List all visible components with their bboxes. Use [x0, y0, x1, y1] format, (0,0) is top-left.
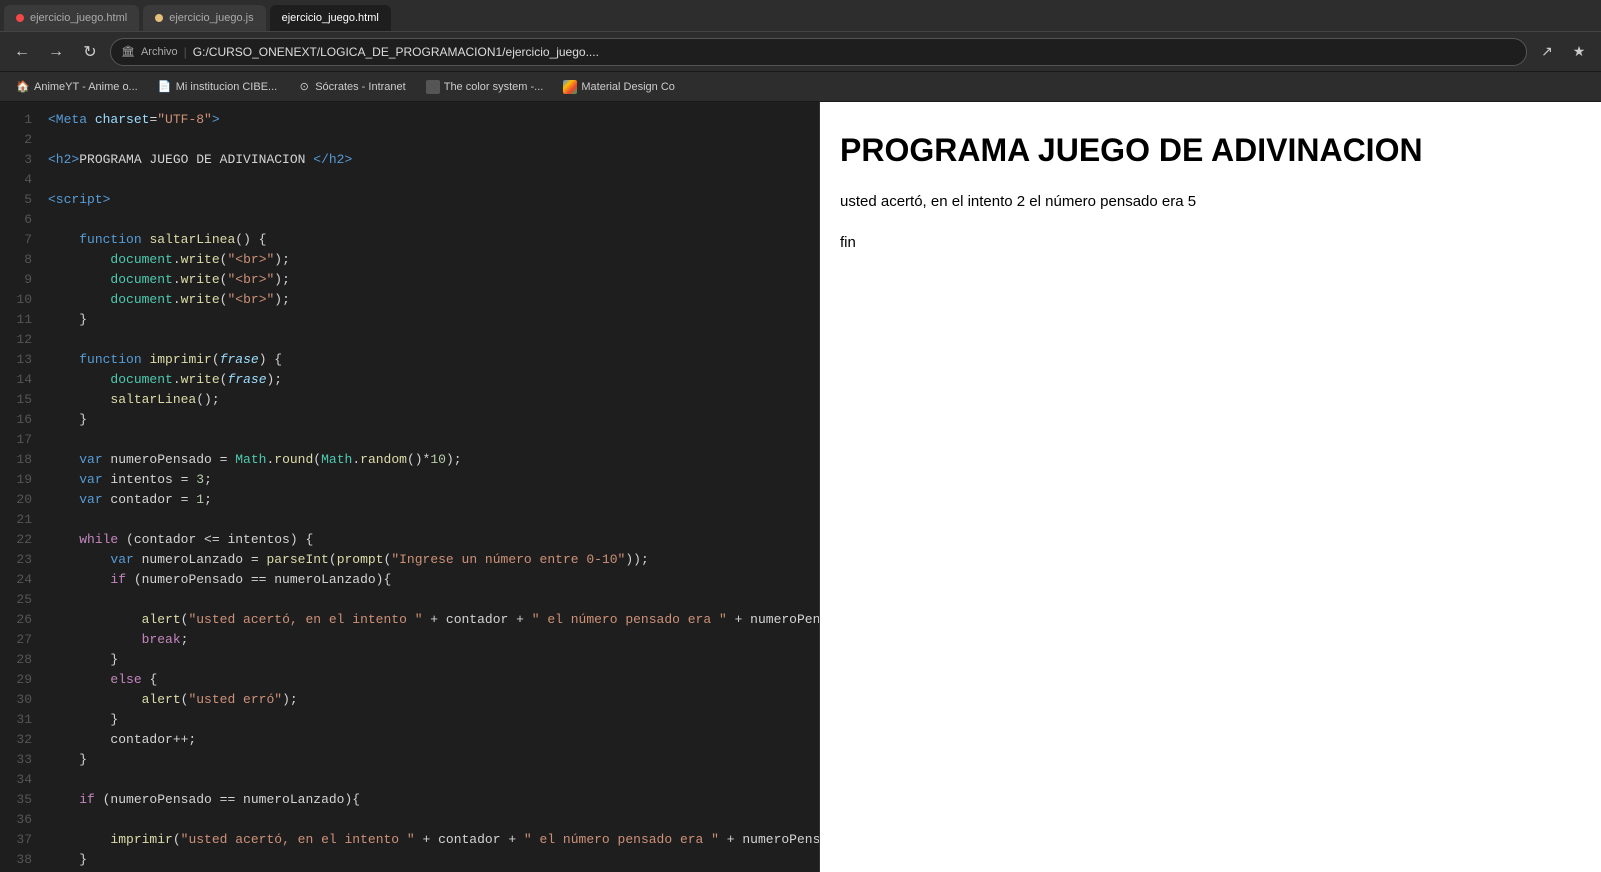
bookmark-material[interactable]: Material Design Co [555, 76, 683, 98]
bookmark-color-system[interactable]: The color system -... [418, 76, 552, 98]
code-body[interactable]: <Meta charset="UTF-8"> <h2>PROGRAMA JUEG… [40, 102, 819, 872]
bookmark-cibe[interactable]: 📄 Mi institucion CIBE... [150, 76, 285, 98]
code-panel: 12345 678910 1112131415 1617181920 21222… [0, 102, 820, 872]
share-button[interactable]: ↗ [1533, 38, 1561, 66]
preview-fin: fin [840, 234, 1581, 251]
refresh-button[interactable]: ↻ [76, 38, 104, 66]
bookmark-material-label: Material Design Co [581, 81, 675, 93]
tab-html[interactable]: ejercicio_juego.html [4, 5, 139, 31]
preview-content: PROGRAMA JUEGO DE ADIVINACION usted acer… [820, 102, 1601, 872]
preview-result: usted acertó, en el intento 2 el número … [840, 193, 1581, 210]
bookmark-material-icon [563, 80, 577, 94]
bookmark-cibe-icon: 📄 [158, 80, 172, 94]
tab-label-js: ejercicio_juego.js [169, 12, 253, 24]
bookmark-anime[interactable]: 🏠 AnimeYT - Anime o... [8, 76, 146, 98]
bookmarks-bar: 🏠 AnimeYT - Anime o... 📄 Mi institucion … [0, 72, 1601, 102]
tab-preview[interactable]: ejercicio_juego.html [270, 5, 391, 31]
archive-icon: 🏛 [121, 45, 135, 58]
preview-title: PROGRAMA JUEGO DE ADIVINACION [840, 132, 1581, 169]
line-numbers: 12345 678910 1112131415 1617181920 21222… [0, 102, 40, 872]
bookmark-socrates[interactable]: ⊙ Sócrates - Intranet [289, 76, 414, 98]
browser-toolbar: ← → ↻ 🏛 Archivo | G:/CURSO_ONENEXT/LOGIC… [0, 32, 1601, 72]
forward-button[interactable]: → [42, 38, 70, 66]
tab-dot-js [155, 14, 163, 22]
preview-panel: PROGRAMA JUEGO DE ADIVINACION usted acer… [820, 102, 1601, 872]
code-content[interactable]: 12345 678910 1112131415 1617181920 21222… [0, 102, 819, 872]
bookmark-anime-icon: 🏠 [16, 80, 30, 94]
toolbar-icons: ↗ ★ [1533, 38, 1593, 66]
bookmark-socrates-label: Sócrates - Intranet [315, 81, 406, 93]
tab-label-preview: ejercicio_juego.html [282, 12, 379, 24]
bookmark-color-icon [426, 80, 440, 94]
tab-label-html: ejercicio_juego.html [30, 12, 127, 24]
tab-dot-html [16, 14, 24, 22]
address-text: G:/CURSO_ONENEXT/LOGICA_DE_PROGRAMACION1… [193, 45, 1516, 59]
back-button[interactable]: ← [8, 38, 36, 66]
protocol-label: Archivo [141, 46, 178, 58]
address-bar[interactable]: 🏛 Archivo | G:/CURSO_ONENEXT/LOGICA_DE_P… [110, 38, 1527, 66]
tab-js[interactable]: ejercicio_juego.js [143, 5, 265, 31]
bookmark-color-label: The color system -... [444, 81, 544, 93]
browser-tabs: ejercicio_juego.html ejercicio_juego.js … [0, 0, 1601, 32]
bookmark-cibe-label: Mi institucion CIBE... [176, 81, 277, 93]
bookmark-anime-label: AnimeYT - Anime o... [34, 81, 138, 93]
bookmark-socrates-icon: ⊙ [297, 80, 311, 94]
bookmark-button[interactable]: ★ [1565, 38, 1593, 66]
main-area: 12345 678910 1112131415 1617181920 21222… [0, 102, 1601, 872]
